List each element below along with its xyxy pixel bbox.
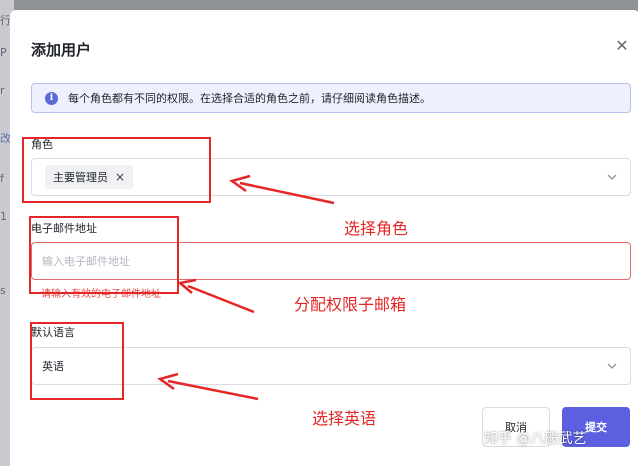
language-annotation-text: 选择英语 [312, 409, 377, 428]
chevron-down-icon [607, 174, 617, 180]
email-annotation-box [29, 216, 179, 294]
email-annotation-text: 分配权限子邮箱 [294, 295, 407, 314]
info-text: 每个角色都有不同的权限。在选择合适的角色之前，请仔细阅读角色描述。 [68, 92, 431, 105]
close-icon[interactable]: ✕ [614, 38, 630, 54]
info-icon: i [45, 91, 58, 105]
dialog-title: 添加用户 [31, 41, 92, 59]
role-annotation-text: 选择角色 [344, 219, 409, 238]
role-annotation-box [22, 137, 211, 203]
background-text: P [0, 46, 7, 59]
watermark: 知乎 @八般武艺 [484, 431, 587, 447]
background-text: 1 [0, 210, 7, 223]
background-text: s [0, 284, 6, 297]
language-annotation-box [30, 322, 124, 400]
chevron-down-icon [607, 363, 617, 369]
background-text: r [0, 84, 5, 97]
info-banner: i 每个角色都有不同的权限。在选择合适的角色之前，请仔细阅读角色描述。 [31, 83, 631, 113]
background-text: f [0, 172, 4, 185]
